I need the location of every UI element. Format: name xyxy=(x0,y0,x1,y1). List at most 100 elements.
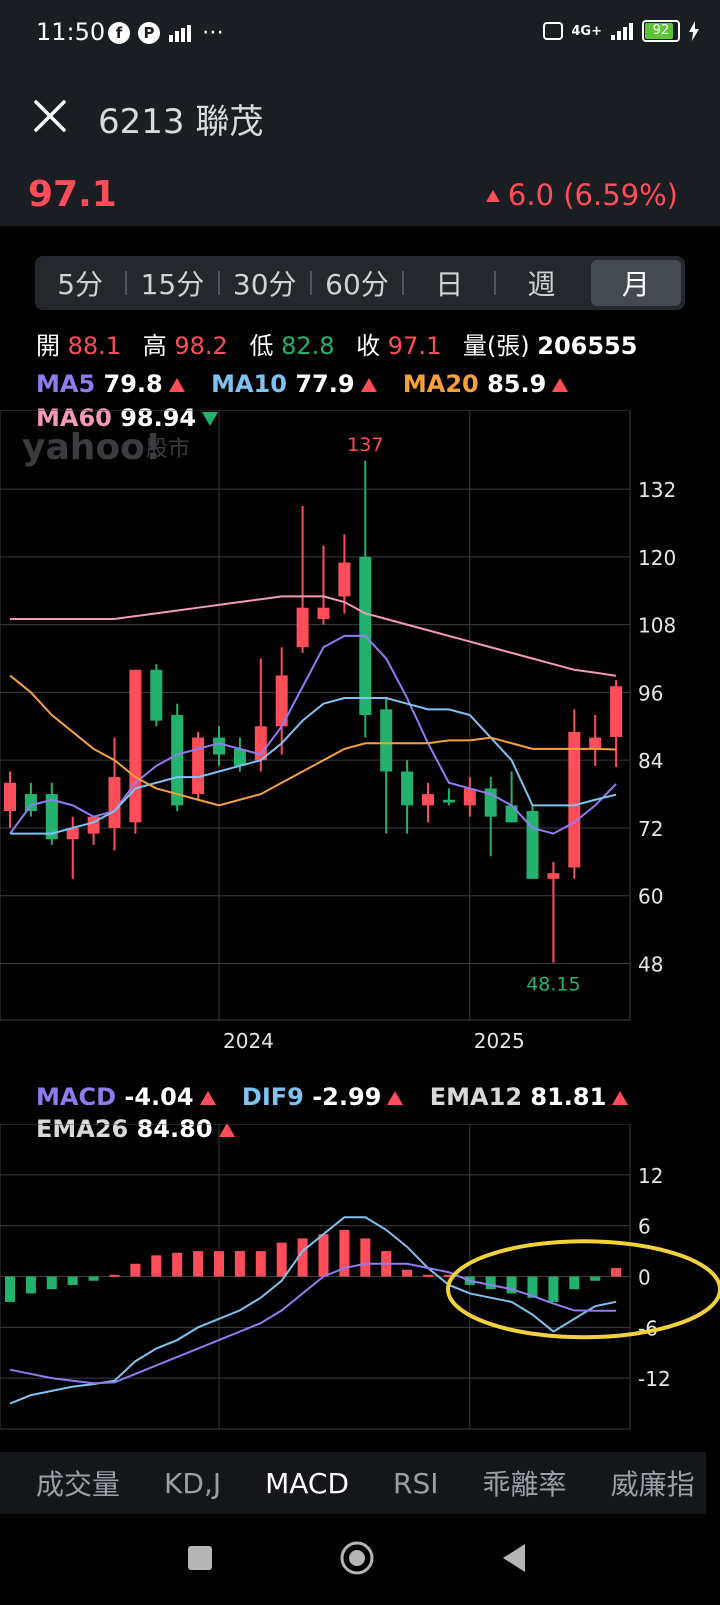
candle-body xyxy=(505,805,518,823)
candle-body xyxy=(401,771,414,806)
x-tick-label: 2025 xyxy=(474,1029,525,1053)
macd-histogram-bar xyxy=(151,1255,162,1277)
clock: 11:50 xyxy=(36,18,106,46)
macd-histogram-bar xyxy=(423,1274,433,1277)
ma20-label: MA20 xyxy=(402,370,479,398)
page-title: 6213 聯茂 xyxy=(98,102,264,142)
up-arrow-icon xyxy=(387,1091,404,1105)
candle-body xyxy=(4,782,16,812)
candle-body xyxy=(547,873,560,879)
ema12-label: EMA12 xyxy=(429,1083,523,1111)
macd-label: MACD xyxy=(36,1083,116,1111)
candle-body xyxy=(296,607,309,648)
high-annotation: 137 xyxy=(347,434,383,456)
macd-histogram-bar xyxy=(5,1276,15,1302)
close-label: 收 xyxy=(356,332,381,360)
y-tick-label: 132 xyxy=(638,478,676,502)
close-value: 97.1 xyxy=(387,332,442,360)
candle-body xyxy=(338,562,351,597)
macd-histogram-bar xyxy=(193,1251,204,1277)
y-tick-label: 48 xyxy=(638,953,663,977)
battery-icon: 92 xyxy=(642,20,680,42)
y-tick-label: 60 xyxy=(638,885,663,909)
ma-line-ma5 xyxy=(9,634,617,835)
dif9-value: -2.99 xyxy=(312,1083,382,1111)
close-icon[interactable] xyxy=(30,96,70,136)
candle-body xyxy=(380,709,393,772)
notification-icons: f P ⋯ xyxy=(108,20,224,45)
tab-day[interactable]: 日 xyxy=(404,260,494,306)
candle-body xyxy=(422,794,434,806)
up-arrow-icon xyxy=(612,1091,629,1105)
tab-williams[interactable]: 威廉指 xyxy=(611,1463,695,1503)
macd-histogram-bar xyxy=(130,1263,141,1277)
y-tick-label: 12 xyxy=(638,1164,663,1188)
tab-60min[interactable]: 60分 xyxy=(312,260,402,306)
tab-5min[interactable]: 5分 xyxy=(35,260,125,306)
system-indicators: 4G+ 92 xyxy=(543,20,700,42)
x-tick-label: 2024 xyxy=(223,1029,274,1053)
price-change: 6.0 (6.59%) xyxy=(480,178,678,212)
status-bar: 11:50 f P ⋯ 4G+ 92 xyxy=(0,0,720,66)
up-arrow-icon xyxy=(199,1091,216,1105)
ma10-label: MA10 xyxy=(211,370,287,398)
signal-icon xyxy=(611,23,633,40)
stock-header: 6213 聯茂 97.1 6.0 (6.59%) xyxy=(0,66,720,226)
macd-legend-row1: MACD -4.04 DIF9 -2.99 EMA12 81.81 xyxy=(36,1083,629,1111)
period-tabs: 5分 15分 30分 60分 日 週 月 xyxy=(35,256,685,310)
macd-histogram-bar xyxy=(67,1276,78,1285)
macd-chart[interactable]: 1260-6-12 xyxy=(0,1124,720,1434)
y-tick-label: 72 xyxy=(638,817,663,841)
ma20-value: 85.9 xyxy=(487,370,547,398)
macd-histogram-bar xyxy=(214,1251,224,1277)
high-label: 高 xyxy=(142,332,167,360)
candle-body xyxy=(171,715,184,806)
tab-kdj[interactable]: KD,J xyxy=(164,1467,221,1500)
ma-line-ma60 xyxy=(10,595,617,677)
candle-body xyxy=(442,799,455,803)
highlight-ellipse xyxy=(446,1239,720,1340)
tab-macd[interactable]: MACD xyxy=(265,1467,349,1500)
ma5-label: MA5 xyxy=(36,370,96,398)
macd-line-ema12 xyxy=(9,1262,617,1385)
open-label: 開 xyxy=(36,332,60,360)
current-price: 97.1 xyxy=(28,174,117,215)
candle-body xyxy=(150,669,163,721)
macd-value: -4.04 xyxy=(124,1083,194,1111)
macd-histogram-bar xyxy=(548,1276,559,1302)
tab-month[interactable]: 月 xyxy=(590,260,681,306)
tab-rsi[interactable]: RSI xyxy=(393,1467,439,1500)
y-tick-label: 0 xyxy=(638,1266,651,1290)
chart-frame xyxy=(0,410,631,1021)
high-value: 98.2 xyxy=(174,332,228,360)
ma-legend-row1: MA5 79.8 MA10 77.9 MA20 85.9 xyxy=(36,370,569,398)
tab-bias[interactable]: 乖離率 xyxy=(483,1463,567,1503)
candle-body xyxy=(589,737,602,749)
system-nav-bar xyxy=(0,1514,720,1601)
tab-30min[interactable]: 30分 xyxy=(220,260,310,306)
macd-histogram-bar xyxy=(402,1269,413,1277)
macd-histogram-bar xyxy=(569,1276,580,1290)
volte-icon xyxy=(543,22,564,40)
chart-notification-icon xyxy=(169,24,191,42)
macd-histogram-bar xyxy=(276,1242,287,1277)
ma10-value: 77.9 xyxy=(295,370,355,398)
candlestick-chart[interactable]: yahoo! 股市 132 120 108 96 84 72 60 48 2024 2025 137… xyxy=(0,410,720,1060)
more-notifications-icon: ⋯ xyxy=(202,20,224,45)
macd-histogram-bar xyxy=(46,1276,57,1290)
ma5-value: 79.8 xyxy=(103,370,163,398)
macd-histogram-bar xyxy=(109,1274,120,1277)
tab-volume[interactable]: 成交量 xyxy=(36,1463,120,1503)
macd-histogram-bar xyxy=(88,1276,99,1281)
open-value: 88.1 xyxy=(67,332,122,360)
home-icon[interactable] xyxy=(340,1541,374,1575)
facebook-icon: f xyxy=(108,21,130,44)
tab-week[interactable]: 週 xyxy=(496,260,586,306)
ma-line-ma20 xyxy=(9,674,617,807)
tab-15min[interactable]: 15分 xyxy=(127,260,217,306)
y-tick-label: 96 xyxy=(638,681,663,705)
recent-apps-icon[interactable] xyxy=(188,1546,212,1570)
macd-histogram-bar xyxy=(255,1251,266,1277)
y-tick-label: 84 xyxy=(638,749,663,773)
back-icon[interactable] xyxy=(503,1544,525,1572)
